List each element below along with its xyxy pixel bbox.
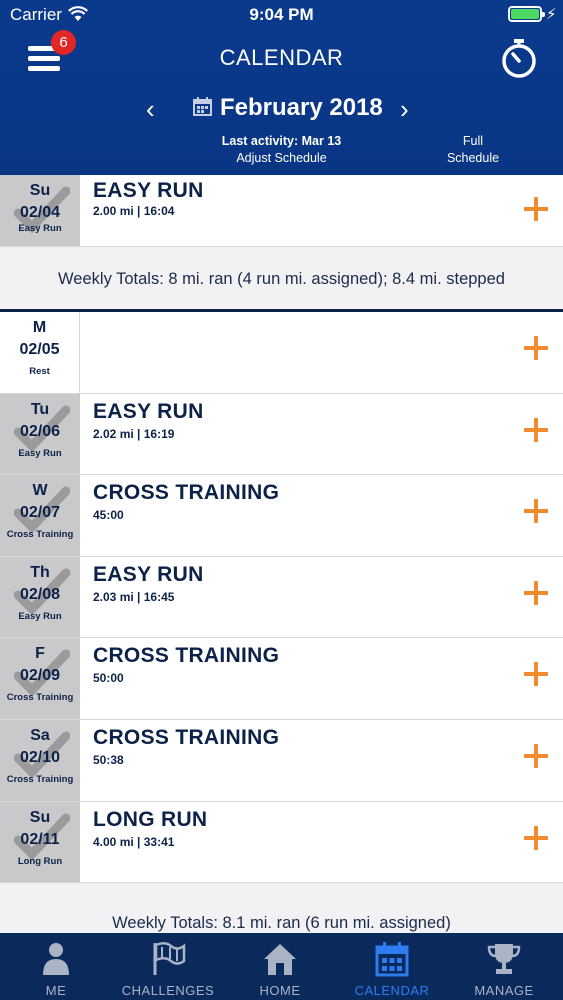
tab-label: ME [45, 983, 67, 998]
add-button[interactable] [524, 417, 548, 442]
day-row[interactable]: Tu 02/06 Easy Run EASY RUN 2.02 mi | 16:19 [0, 393, 563, 476]
workout-detail: 2.03 mi | 16:45 [93, 589, 175, 604]
workout-detail: 4.00 mi | 33:41 [93, 834, 175, 849]
day-date: 02/06 [19, 422, 61, 440]
day-type: Easy Run [18, 447, 62, 459]
day-abbr: F [35, 645, 45, 663]
tab-me[interactable]: ME [0, 933, 112, 1000]
calendar-icon [193, 97, 212, 116]
last-activity-label: Last activity: Mar 13 [221, 134, 342, 148]
workout-detail: 45:00 [93, 508, 124, 523]
day-cell: Tu 02/06 Easy Run [0, 393, 80, 475]
tab-label: CALENDAR [354, 983, 430, 998]
workout-title: CROSS TRAINING [93, 481, 280, 505]
header: Carrier 9:04 PM ⚡ 6 CALENDAR ‹ February … [0, 0, 563, 175]
adjust-schedule-label: Adjust Schedule [236, 151, 327, 165]
day-row[interactable]: Su 02/04 Easy Run EASY RUN 2.00 mi | 16:… [0, 175, 563, 247]
tab-bar: ME CHALLENGES HOME CALENDAR MANAGE [0, 933, 563, 1000]
day-type: Cross Training [6, 529, 74, 541]
battery-icon [508, 6, 545, 22]
calendar-icon [375, 942, 409, 977]
workout-title: EASY RUN [93, 562, 204, 586]
day-abbr: Th [30, 563, 50, 581]
day-cell: Th 02/08 Easy Run [0, 556, 80, 638]
workout-detail: 50:00 [93, 671, 124, 686]
add-button[interactable] [524, 197, 548, 221]
day-date: 02/04 [19, 204, 61, 221]
day-type: Easy Run [18, 610, 62, 622]
add-button[interactable] [524, 825, 548, 850]
day-date: 02/08 [19, 585, 61, 603]
weekly-totals: Weekly Totals: 8.1 mi. ran (6 run mi. as… [0, 883, 563, 933]
day-abbr: M [32, 319, 47, 336]
day-date: 02/11 [20, 830, 60, 848]
full-schedule-label-2: Schedule [446, 151, 500, 165]
day-row[interactable]: F 02/09 Cross Training CROSS TRAINING 50:00 [0, 638, 563, 720]
day-type: Long Run [17, 855, 63, 867]
day-cell: F 02/09 Cross Training [0, 638, 80, 719]
workout-title: CROSS TRAINING [93, 644, 280, 668]
day-type: Rest [29, 366, 50, 377]
tab-label: CHALLENGES [121, 983, 215, 998]
day-cell: Sa 02/10 Cross Training [0, 720, 80, 801]
workout-title: EASY RUN [93, 179, 204, 202]
next-month-button[interactable]: › [400, 94, 409, 125]
workout-detail: 2.02 mi | 16:19 [93, 426, 175, 441]
full-schedule-label-1: Full [462, 134, 484, 148]
page-title: CALENDAR [219, 45, 344, 70]
workout-detail: 50:38 [93, 753, 124, 767]
weekly-totals: Weekly Totals: 8 mi. ran (4 run mi. assi… [0, 247, 563, 311]
status-bar: Carrier 9:04 PM ⚡ [0, 0, 563, 30]
day-abbr: Su [29, 808, 51, 826]
full-schedule-button[interactable]: Full Schedule [430, 133, 516, 167]
add-button[interactable] [524, 499, 548, 524]
day-date: 02/10 [19, 749, 61, 766]
person-icon [43, 943, 69, 975]
day-date: 02/07 [19, 504, 61, 522]
tab-calendar[interactable]: CALENDAR [336, 933, 448, 1000]
trophy-icon [487, 944, 521, 974]
day-type: Easy Run [18, 223, 62, 234]
add-button[interactable] [524, 580, 548, 605]
add-button[interactable] [524, 744, 548, 768]
day-type: Cross Training [6, 692, 74, 704]
tab-home[interactable]: HOME [224, 933, 336, 1000]
adjust-schedule-button[interactable]: Last activity: Mar 13 Adjust Schedule [200, 133, 363, 167]
workout-detail: 2.00 mi | 16:04 [93, 204, 175, 218]
day-abbr: W [32, 482, 48, 500]
flag-icon [153, 942, 186, 975]
day-abbr: Sa [30, 727, 50, 744]
charging-icon: ⚡ [546, 6, 557, 23]
workout-title: LONG RUN [93, 807, 208, 831]
day-abbr: Su [29, 182, 51, 199]
workout-title: EASY RUN [93, 399, 204, 423]
day-cell: Su 02/11 Long Run [0, 801, 80, 883]
prev-month-button[interactable]: ‹ [146, 94, 155, 125]
day-row[interactable]: Th 02/08 Easy Run EASY RUN 2.03 mi | 16:45 [0, 556, 563, 639]
day-row[interactable]: Su 02/11 Long Run LONG RUN 4.00 mi | 33:41 [0, 801, 563, 884]
tab-label: MANAGE [474, 983, 534, 998]
day-cell: W 02/07 Cross Training [0, 475, 80, 556]
day-row[interactable]: M 02/05 Rest [0, 312, 563, 394]
day-row[interactable]: Sa 02/10 Cross Training CROSS TRAINING 50:38 [0, 720, 563, 802]
day-cell: Su 02/04 Easy Run [0, 175, 80, 246]
home-icon [264, 944, 296, 975]
tab-label: HOME [259, 983, 301, 998]
stopwatch-icon[interactable] [500, 38, 538, 78]
tab-challenges[interactable]: CHALLENGES [112, 933, 224, 1000]
day-type: Cross Training [6, 774, 74, 785]
month-label: February 2018 [220, 94, 383, 121]
status-time: 9:04 PM [249, 5, 314, 24]
day-abbr: Tu [30, 400, 50, 418]
tab-manage[interactable]: MANAGE [448, 933, 560, 1000]
add-button[interactable] [524, 662, 548, 687]
day-date: 02/05 [19, 341, 60, 358]
add-button[interactable] [524, 336, 548, 360]
day-cell: M 02/05 Rest [0, 312, 80, 393]
day-date: 02/09 [19, 667, 61, 685]
workout-title: CROSS TRAINING [93, 726, 280, 749]
day-row[interactable]: W 02/07 Cross Training CROSS TRAINING 45:00 [0, 475, 563, 557]
